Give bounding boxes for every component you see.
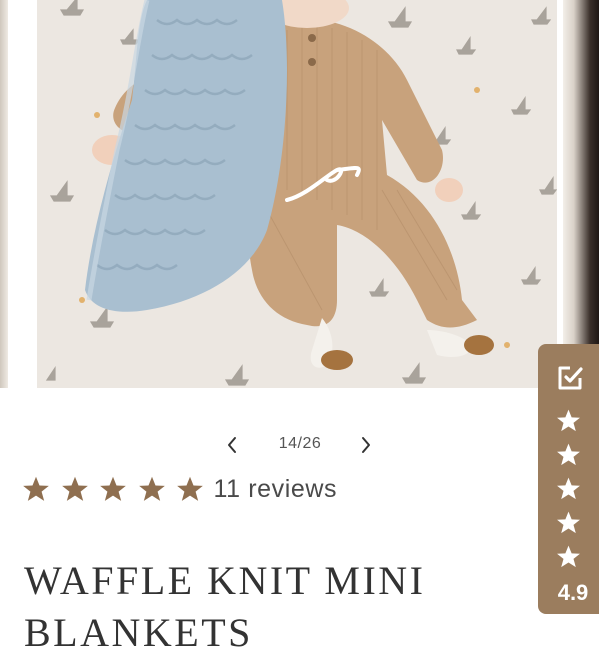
chevron-right-icon <box>362 437 370 453</box>
reviews-widget-tab[interactable]: 4.9 <box>538 344 599 614</box>
next-slide-button[interactable] <box>349 428 383 462</box>
previous-slide-button[interactable] <box>215 428 249 462</box>
next-photo-edge[interactable] <box>563 0 599 388</box>
star-icon <box>557 477 580 500</box>
product-rating[interactable]: 11 reviews <box>22 472 337 506</box>
gallery-pagination: 14/26 <box>0 428 599 462</box>
chevron-left-icon <box>228 437 236 453</box>
star-icon <box>23 476 49 501</box>
slide-counter: 14/26 <box>278 435 322 452</box>
reviews-link[interactable]: 11 reviews <box>214 475 338 504</box>
star-icon <box>557 409 580 432</box>
baby-blanket-illustration <box>37 0 557 388</box>
star-icon <box>61 476 88 501</box>
product-title: WAFFLE KNIT MINI BLANKETS <box>24 557 426 655</box>
product-gallery[interactable] <box>0 0 599 388</box>
star-icon <box>177 476 203 501</box>
star-icon <box>557 443 580 466</box>
star-icon <box>557 545 580 568</box>
previous-photo-edge[interactable] <box>0 0 8 388</box>
star-icon <box>138 476 165 501</box>
star-icon <box>557 511 580 534</box>
product-photo[interactable] <box>37 0 557 388</box>
widget-rating-score: 4.9 <box>557 580 589 605</box>
review-check-icon <box>558 366 583 390</box>
star-icon <box>100 476 126 501</box>
